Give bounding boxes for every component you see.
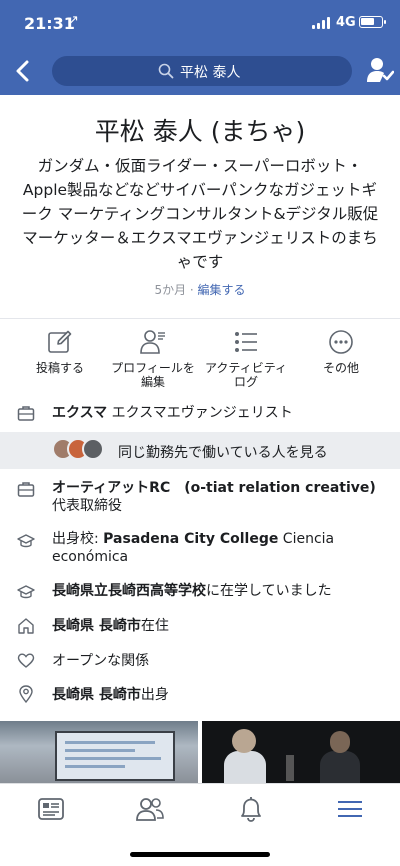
work-row[interactable]: オーティアットRC (o-tiat relation creative) 代表取… [0,478,400,518]
news-feed-icon [38,798,64,820]
profile-actions: 投稿する プロフィールを編集 アクティビティログ その他 [0,328,400,390]
current-city-row[interactable]: 長崎県 長崎市在住 [0,617,400,639]
location-arrow-icon: ↗ [68,13,79,28]
friend-settings-button[interactable] [366,55,395,85]
education-school: Pasadena City College [103,531,279,547]
education-text: 長崎県立長崎西高等学校に在学していました [52,582,388,600]
edit-profile-button[interactable]: プロフィールを編集 [108,328,198,389]
heart-icon [17,653,35,668]
briefcase-icon [17,482,35,497]
work-role: 代表取締役 [52,498,122,514]
back-button[interactable] [10,57,36,85]
education-row[interactable]: 出身校: Pasadena City College Ciencia econó… [0,530,400,570]
bio-age: 5か月 · [154,283,198,297]
photo-screen [55,731,175,781]
hometown-row[interactable]: 長崎県 長崎市出身 [0,685,400,707]
more-icon [329,330,353,354]
education-school: 長崎県立長崎西高等学校 [52,583,206,599]
bio-meta: 5か月 · 編集する [0,281,400,298]
friends-icon [136,798,164,821]
search-icon [158,63,174,79]
top-bar: 21:31 ↗ 4G 平松 泰人 [0,0,400,95]
work-text: エクスマ エクスマエヴァンジェリスト [52,404,388,422]
work-role: エクスマエヴァンジェリスト [107,405,293,421]
location-pin-icon [19,685,33,703]
current-city-text: 長崎県 長崎市在住 [52,617,388,635]
city-name: 長崎市 [98,618,141,634]
photo-strip [0,721,400,783]
chevron-left-icon [16,60,29,82]
profile-bio: ガンダム・仮面ライダー・スーパーロボット・Apple製品などなどサイバーパンクな… [21,157,379,271]
menu-icon [338,801,362,817]
photo-thumbnail[interactable] [0,721,198,783]
graduation-cap-icon [17,585,35,599]
tab-menu[interactable] [335,794,365,824]
search-text: 平松 泰人 [180,65,241,81]
education-row[interactable]: 長崎県立長崎西高等学校に在学していました [0,582,400,604]
status-bar: 21:31 ↗ 4G [0,0,400,46]
graduation-cap-icon [17,534,35,548]
work-text: オーティアットRC (o-tiat relation creative) 代表取… [52,479,388,515]
house-icon [18,618,34,634]
tab-news-feed[interactable] [36,794,66,824]
network-type: 4G [336,15,356,30]
coworker-avatars [52,438,112,462]
city-suffix: 在住 [140,618,169,634]
home-indicator [130,852,270,857]
education-text: 出身校: Pasadena City College Ciencia econó… [52,530,388,566]
relationship-row[interactable]: オープンな関係 [0,651,400,673]
coworkers-row[interactable]: 同じ勤務先で働いている人を見る [0,432,400,469]
hometown-city: 長崎市 [98,687,141,703]
activity-log-icon [235,332,257,352]
friend-check-icon [367,58,395,82]
work-row[interactable]: エクスマ エクスマエヴァンジェリスト [0,402,400,424]
hometown-pref: 長崎県 [52,687,99,703]
divider [0,318,400,319]
battery-icon [359,16,386,28]
education-suffix: に在学していました [206,583,332,599]
work-org: エクスマ [52,405,108,421]
work-org: オーティアットRC (o-tiat relation creative) [52,480,376,496]
briefcase-icon [17,406,35,421]
profile-name: 平松 泰人 (まちゃ) [94,117,306,146]
signal-icon [312,17,332,29]
relationship-text: オープンな関係 [52,653,150,669]
post-button[interactable]: 投稿する [15,328,105,375]
edit-profile-icon [140,330,165,354]
activity-log-button[interactable]: アクティビティログ [201,328,291,389]
search-bar[interactable]: 平松 泰人 [52,56,352,86]
coworkers-text: 同じ勤務先で働いている人を見る [118,445,328,461]
edit-profile-label: プロフィールを編集 [111,361,195,389]
photo-thumbnail[interactable] [202,721,400,783]
hometown-suffix: 出身 [140,687,169,703]
hometown-text: 長崎県 長崎市出身 [52,686,388,704]
more-label: その他 [322,361,359,375]
more-button[interactable]: その他 [296,328,386,375]
city-pref: 長崎県 [52,618,99,634]
activity-log-label: アクティビティログ [205,361,287,389]
notifications-icon [241,797,261,822]
compose-icon [48,330,72,353]
edit-bio-link[interactable]: 編集する [198,283,246,297]
education-prefix: 出身校: [52,531,104,547]
post-label: 投稿する [35,361,84,375]
tab-friends[interactable] [135,794,165,824]
avatar [82,438,104,460]
tab-notifications[interactable] [236,794,266,824]
